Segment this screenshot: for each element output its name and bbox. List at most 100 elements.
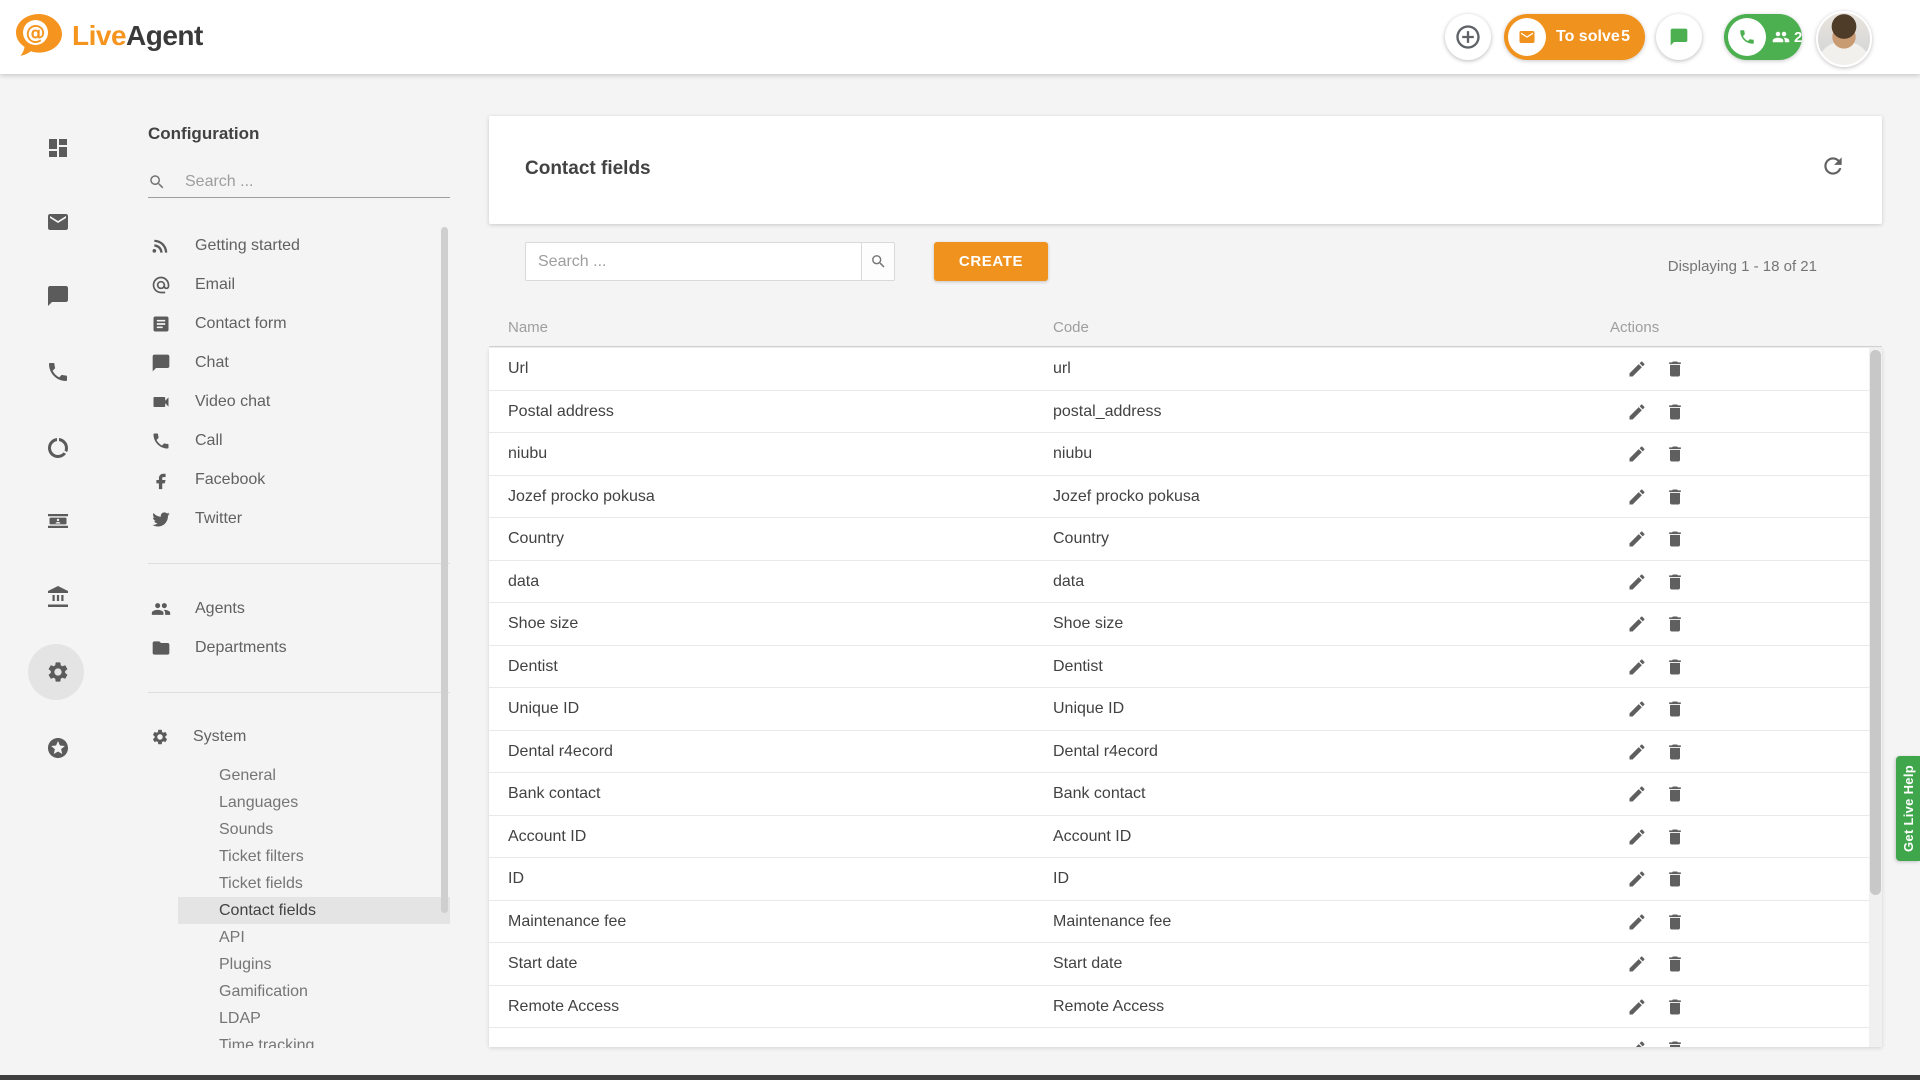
delete-button[interactable] (1665, 997, 1685, 1017)
delete-trash-icon (1665, 1039, 1685, 1047)
rail-item-stars[interactable] (44, 734, 72, 762)
rail-item-contact-card[interactable] (44, 507, 72, 535)
rail-item-phone[interactable] (44, 358, 72, 386)
cell-name: ID (508, 870, 524, 888)
edit-button[interactable] (1627, 912, 1647, 932)
edit-pencil-icon (1627, 954, 1647, 974)
phone-icon (151, 431, 171, 451)
sidebar-item-email[interactable]: Email (148, 265, 450, 304)
sidebar-scrollbar[interactable] (441, 227, 448, 913)
cell-code: ID (1053, 870, 1069, 888)
get-live-help-tab[interactable]: Get Live Help (1896, 756, 1920, 861)
edit-button[interactable] (1627, 444, 1647, 464)
create-button[interactable]: CREATE (934, 242, 1048, 281)
sidebar-subitem-gamification[interactable]: Gamification (178, 978, 450, 1005)
sidebar-subitem-time-tracking[interactable]: Time tracking (178, 1032, 450, 1048)
edit-button[interactable] (1627, 1039, 1647, 1047)
sidebar-search-input[interactable] (183, 172, 427, 192)
sidebar-subitem-ticket-fields[interactable]: Ticket fields (178, 870, 450, 897)
edit-button[interactable] (1627, 742, 1647, 762)
to-solve-badge[interactable]: To solve 5 (1504, 14, 1645, 60)
edit-button[interactable] (1627, 657, 1647, 677)
rail-item-dashboard[interactable] (44, 134, 72, 162)
rail-item-mail[interactable] (44, 208, 72, 236)
edit-button[interactable] (1627, 699, 1647, 719)
table-row: Postal addresspostal_address (489, 391, 1882, 434)
sidebar-item-departments[interactable]: Departments (148, 628, 450, 667)
delete-trash-icon (1665, 742, 1685, 762)
edit-button[interactable] (1627, 827, 1647, 847)
edit-button[interactable] (1627, 954, 1647, 974)
delete-trash-icon (1665, 657, 1685, 677)
delete-button[interactable] (1665, 742, 1685, 762)
svg-text:@: @ (26, 21, 46, 45)
delete-button[interactable] (1665, 487, 1685, 507)
table-scrollbar-track[interactable] (1869, 348, 1882, 1047)
edit-button[interactable] (1627, 614, 1647, 634)
delete-button[interactable] (1665, 1039, 1685, 1047)
sidebar-subitem-sounds[interactable]: Sounds (178, 816, 450, 843)
sidebar-item-contact-form[interactable]: Contact form (148, 304, 450, 343)
sidebar-subitem-api[interactable]: API (178, 924, 450, 951)
delete-button[interactable] (1665, 614, 1685, 634)
rail-item-chat[interactable] (44, 282, 72, 310)
sidebar-subitem-ldap[interactable]: LDAP (178, 1005, 450, 1032)
add-circle-icon (1454, 23, 1482, 51)
sidebar-item-label: Email (195, 276, 235, 294)
cell-name: Dental r4ecord (508, 743, 613, 761)
delete-button[interactable] (1665, 529, 1685, 549)
sidebar-subitem-languages[interactable]: Languages (178, 789, 450, 816)
bottom-edge-bar (0, 1075, 1920, 1080)
rail-item-bank[interactable] (44, 583, 72, 611)
table-scrollbar-thumb[interactable] (1870, 350, 1881, 895)
table-search-input[interactable] (526, 253, 861, 271)
delete-button[interactable] (1665, 699, 1685, 719)
delete-button[interactable] (1665, 869, 1685, 889)
calls-badge[interactable]: 2 (1724, 14, 1802, 60)
delete-button[interactable] (1665, 657, 1685, 677)
edit-button[interactable] (1627, 572, 1647, 592)
delete-button[interactable] (1665, 572, 1685, 592)
edit-button[interactable] (1627, 487, 1647, 507)
delete-button[interactable] (1665, 359, 1685, 379)
phone-icon (46, 360, 70, 384)
add-button[interactable] (1445, 14, 1491, 60)
edit-button[interactable] (1627, 869, 1647, 889)
sidebar-subitem-contact-fields[interactable]: Contact fields (178, 897, 450, 924)
sidebar-item-agents[interactable]: Agents (148, 589, 450, 628)
delete-button[interactable] (1665, 402, 1685, 422)
liveagent-logo[interactable]: @ LiveAgent (14, 13, 203, 59)
edit-button[interactable] (1627, 529, 1647, 549)
delete-button[interactable] (1665, 912, 1685, 932)
delete-trash-icon (1665, 572, 1685, 592)
sidebar-search (148, 167, 450, 198)
edit-button[interactable] (1627, 784, 1647, 804)
sidebar-subitem-general[interactable]: General (178, 762, 450, 789)
edit-button[interactable] (1627, 997, 1647, 1017)
chats-button[interactable] (1656, 14, 1702, 60)
sidebar-item-twitter[interactable]: Twitter (148, 499, 450, 538)
sidebar-item-call[interactable]: Call (148, 421, 450, 460)
delete-button[interactable] (1665, 444, 1685, 464)
rail-item-settings[interactable] (44, 658, 72, 686)
sidebar-subitem-plugins[interactable]: Plugins (178, 951, 450, 978)
sidebar-item-system[interactable]: System (148, 717, 450, 756)
sidebar-item-facebook[interactable]: Facebook (148, 460, 450, 499)
contact-fields-table: UrlurlPostal addresspostal_addressniubun… (489, 348, 1882, 1047)
delete-button[interactable] (1665, 784, 1685, 804)
refresh-button[interactable] (1820, 153, 1846, 179)
edit-button[interactable] (1627, 359, 1647, 379)
table-search-button[interactable] (861, 242, 895, 281)
rail-item-data-usage[interactable] (44, 434, 72, 462)
table-row: Dental r4ecordDental r4ecord (489, 731, 1882, 774)
edit-button[interactable] (1627, 402, 1647, 422)
delete-button[interactable] (1665, 954, 1685, 974)
user-avatar[interactable] (1816, 11, 1872, 67)
sidebar-item-getting-started[interactable]: Getting started (148, 226, 450, 265)
sidebar-item-chat[interactable]: Chat (148, 343, 450, 382)
table-row: Shoe sizeShoe size (489, 603, 1882, 646)
delete-button[interactable] (1665, 827, 1685, 847)
sidebar-subitem-ticket-filters[interactable]: Ticket filters (178, 843, 450, 870)
edit-pencil-icon (1627, 572, 1647, 592)
sidebar-item-video-chat[interactable]: Video chat (148, 382, 450, 421)
